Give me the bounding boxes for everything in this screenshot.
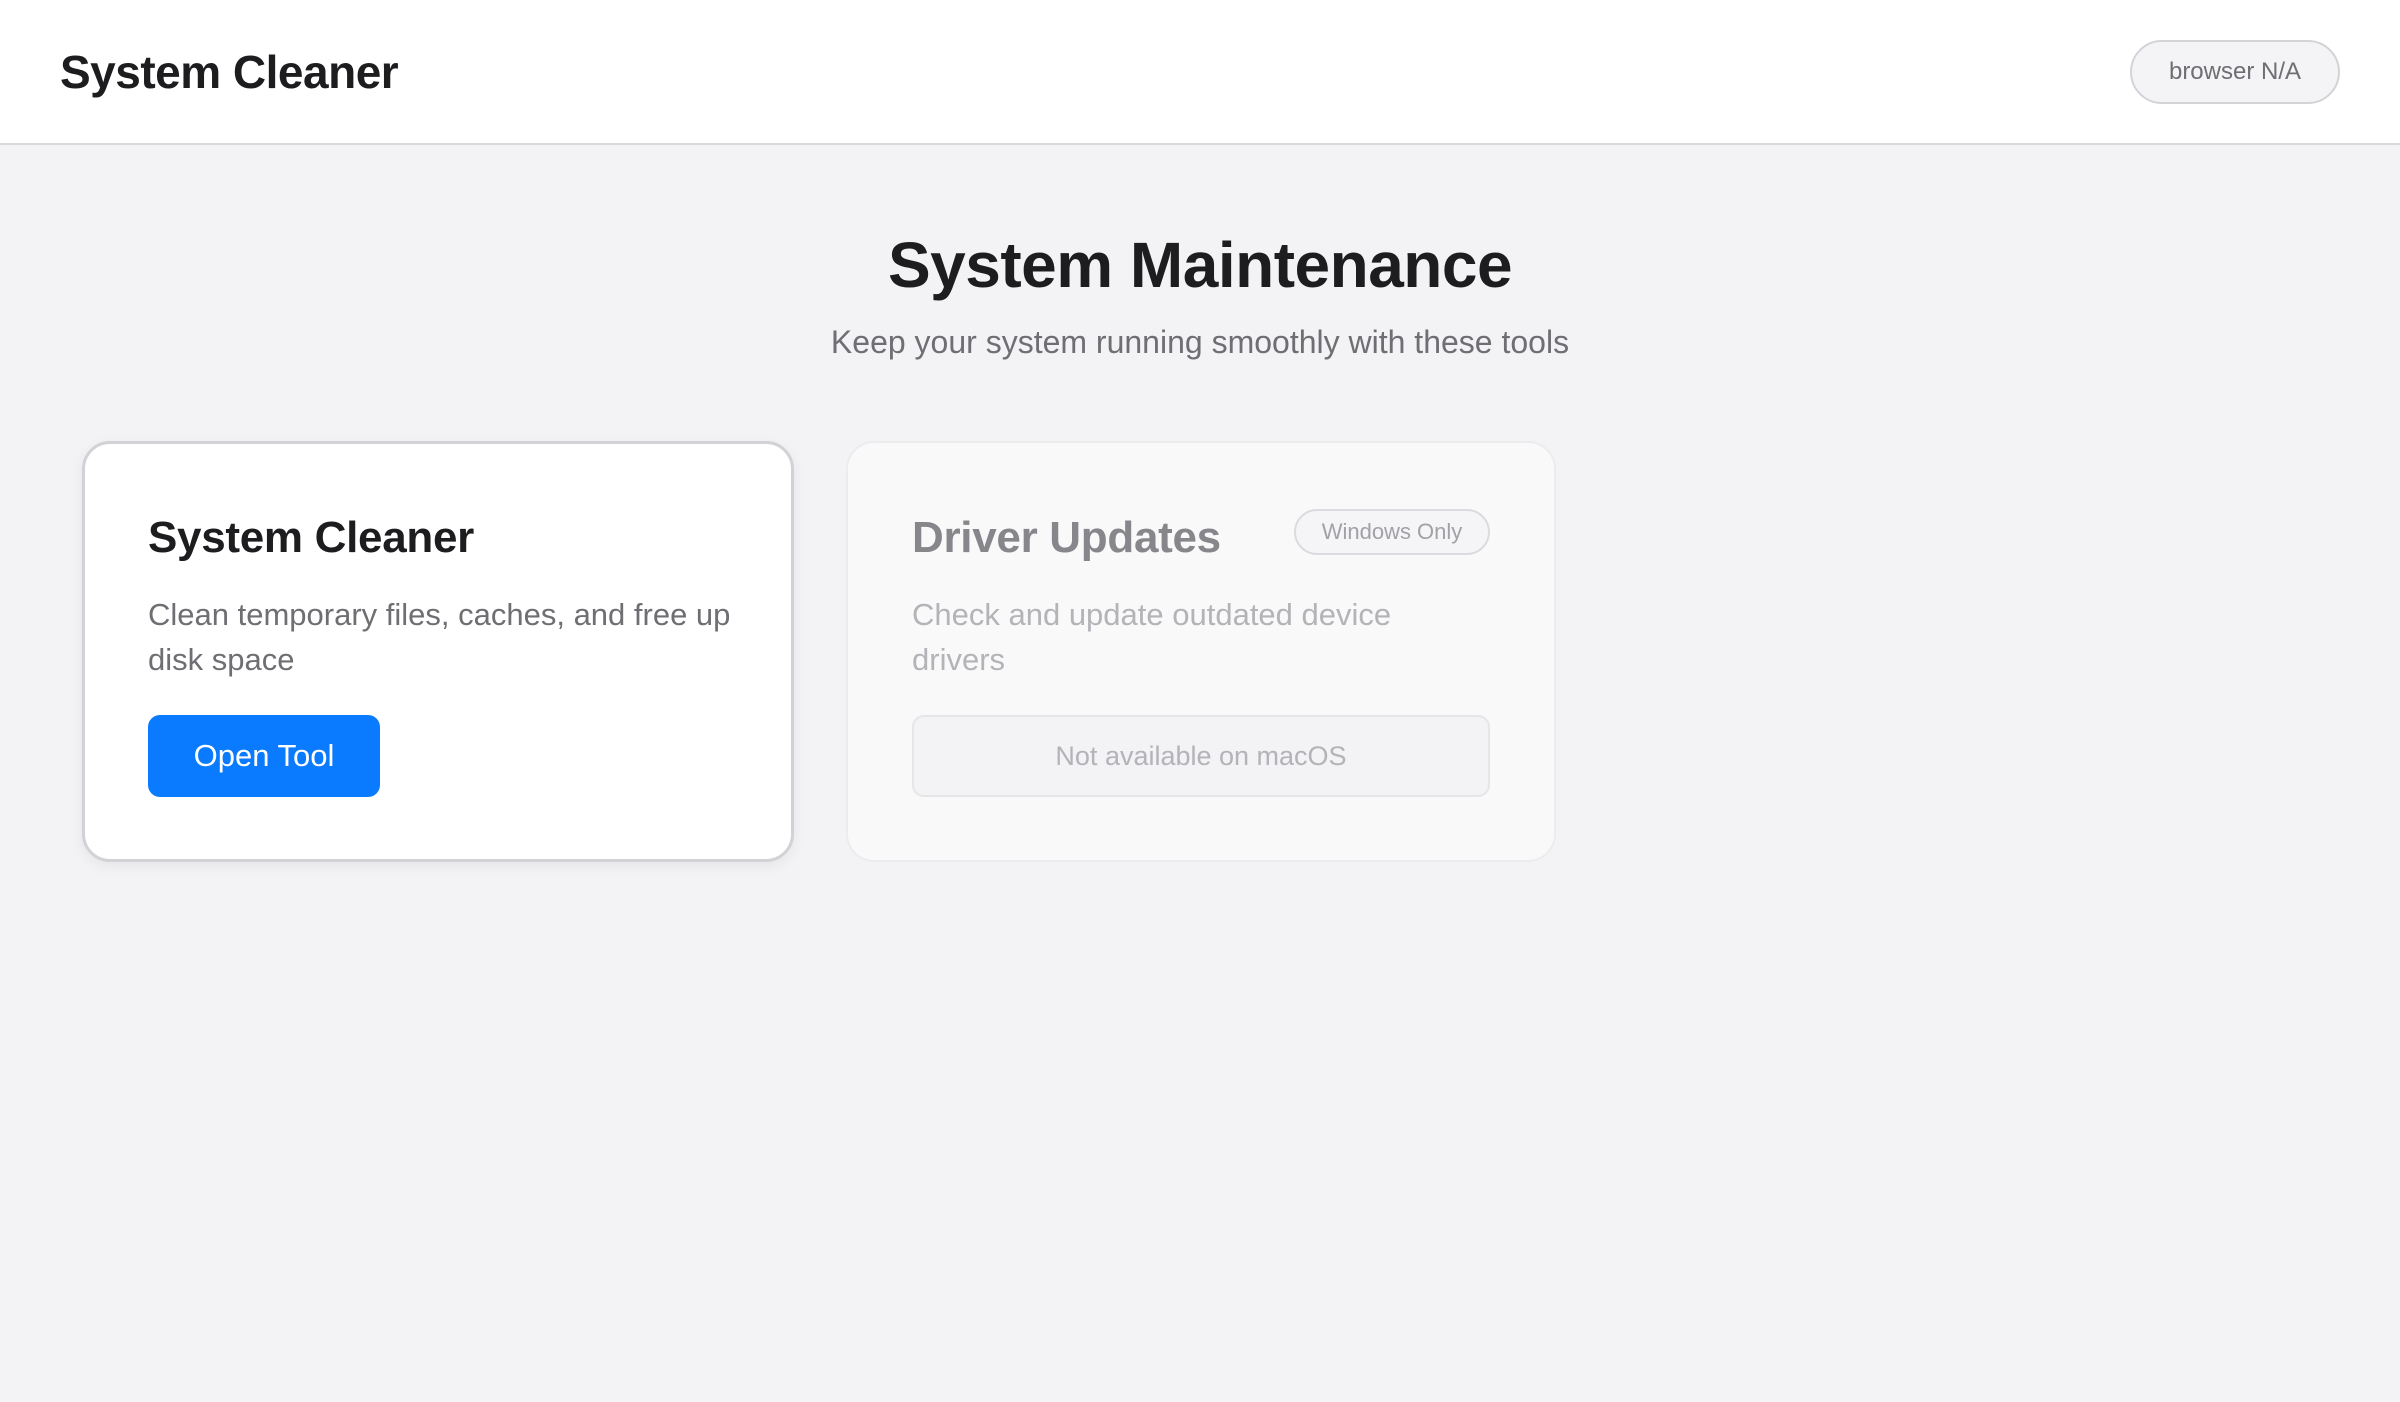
windows-only-badge: Windows Only (1294, 509, 1490, 555)
open-tool-button[interactable]: Open Tool (148, 715, 380, 797)
page-subtitle: Keep your system running smoothly with t… (830, 324, 1570, 360)
unavailable-button: Not available on macOS (912, 715, 1490, 797)
card-title: Driver Updates (912, 513, 1221, 562)
card-description: Clean temporary files, caches, and free … (148, 597, 731, 677)
card-title: System Cleaner (148, 513, 474, 562)
tool-card-system-cleaner: System Cleaner Clean temporary files, ca… (82, 441, 794, 862)
tool-card-driver-updates: Driver Updates Windows Only Check and up… (846, 441, 1556, 862)
platform-badge: browser N/A (2130, 40, 2340, 104)
page-title: System Maintenance (887, 229, 1513, 301)
app-title: System Cleaner (60, 46, 399, 98)
app-header: System Cleaner browser N/A (0, 0, 2400, 145)
card-description: Check and update outdated device drivers (912, 597, 1392, 677)
